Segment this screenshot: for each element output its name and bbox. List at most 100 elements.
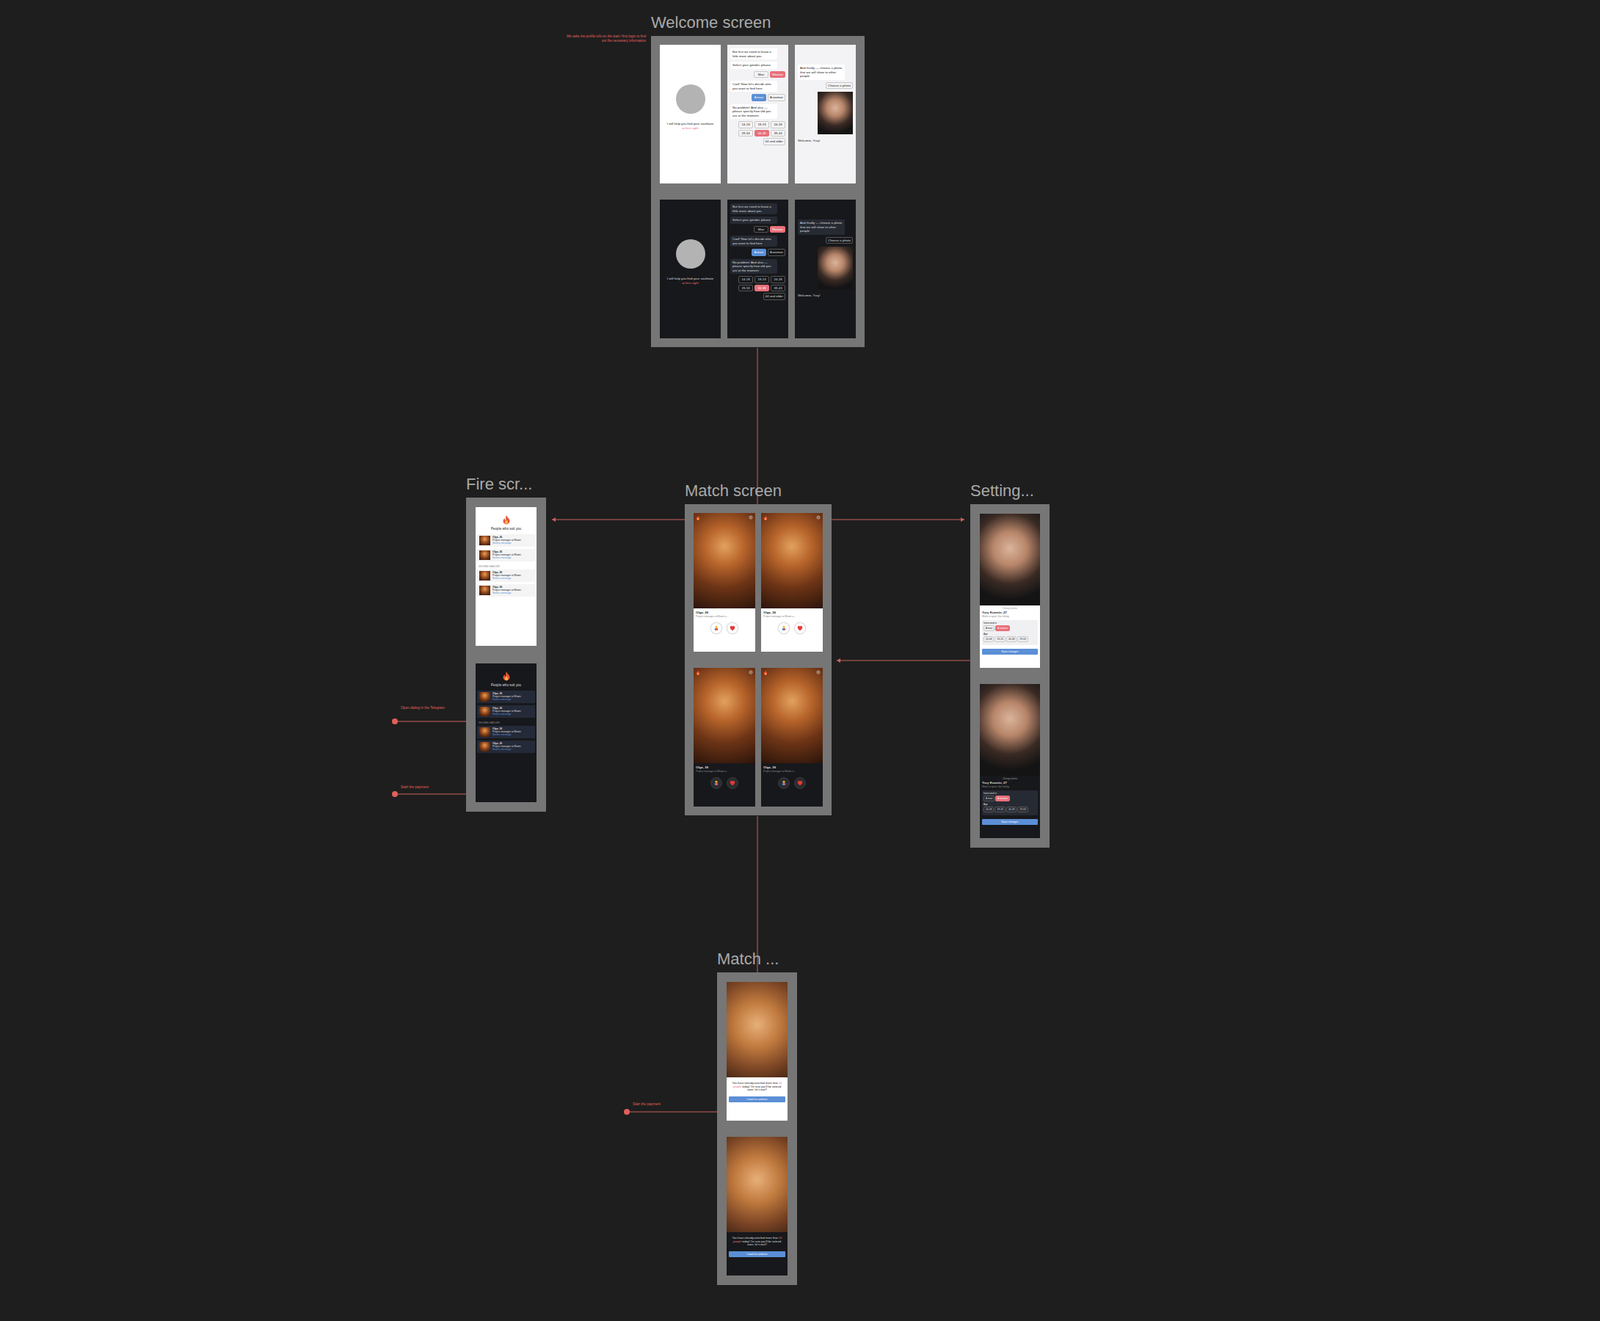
interest-label: Interested in xyxy=(983,621,1037,625)
continue-button[interactable]: I want to continue xyxy=(728,1251,786,1257)
message-link[interactable]: Send a message xyxy=(492,541,522,545)
continue-button[interactable]: I want to continue xyxy=(728,1096,786,1102)
gender-option[interactable]: Man xyxy=(753,71,769,79)
like-button[interactable] xyxy=(726,777,739,789)
message-link[interactable]: Send a message xyxy=(492,556,522,560)
like-button[interactable] xyxy=(794,777,806,789)
heart-icon xyxy=(729,780,736,787)
frame-grid: I will help you find your soulmateat fir… xyxy=(659,44,856,339)
gender-option[interactable]: Man xyxy=(753,226,769,234)
message-link[interactable]: Send a message xyxy=(492,697,522,701)
intro-screen: I will help you find your soulmateat fir… xyxy=(659,199,721,339)
target-option[interactable]: A woman xyxy=(995,795,1010,802)
person-row[interactable]: Olga, 26Project manager at MiamiSend a m… xyxy=(477,584,536,597)
frame: Welcome screenI will help you find your … xyxy=(651,35,865,348)
age-option[interactable]: 39-43 xyxy=(770,284,786,293)
target-option[interactable]: A man xyxy=(983,795,995,802)
age-option[interactable]: 14-18 xyxy=(983,806,994,813)
person-row[interactable]: Olga, 26Project manager at MiamiSend a m… xyxy=(477,690,536,704)
target-option[interactable]: A woman xyxy=(995,625,1010,632)
gender-option[interactable]: Woman xyxy=(769,71,786,79)
candidate-photo xyxy=(761,513,823,609)
gender-option[interactable]: Woman xyxy=(769,226,786,234)
skip-button[interactable] xyxy=(777,622,790,635)
limit-screen: You have already watched more than 10 pe… xyxy=(726,1136,788,1276)
age-option[interactable]: 24-28 xyxy=(1006,636,1017,643)
frame: Fire scr...People who suit youOlga, 26Pr… xyxy=(466,497,547,812)
frame-title: Match ... xyxy=(717,949,779,969)
like-button[interactable] xyxy=(726,622,739,635)
age-option[interactable]: 14-18 xyxy=(738,121,754,129)
age-option[interactable]: 29-33 xyxy=(738,129,754,138)
skip-button[interactable] xyxy=(710,777,723,789)
age-option[interactable]: 44 and older xyxy=(763,292,786,301)
person-name: Olga, 26 xyxy=(492,727,522,731)
person-row[interactable]: Olga, 26Project manager at MiamiSend a m… xyxy=(477,725,536,739)
age-option[interactable]: 34-38 xyxy=(754,129,770,138)
change-photo-link[interactable]: Change photo xyxy=(979,605,1040,610)
age-option[interactable]: 44 and older xyxy=(763,137,786,146)
message-link[interactable]: Send a message xyxy=(492,712,522,716)
spacer xyxy=(797,203,853,220)
person-info: Olga, 26Project manager at MiamiSend a m… xyxy=(492,535,522,546)
age-option[interactable]: 24-28 xyxy=(1006,806,1017,813)
person-photo xyxy=(479,585,491,596)
target-option[interactable]: A woman xyxy=(767,93,786,102)
target-option[interactable]: A woman xyxy=(767,248,786,257)
message-link[interactable]: Send a message xyxy=(492,733,522,737)
message-link[interactable]: Send a message xyxy=(492,576,522,580)
settings-screen: Change photoYury Kuzmin, 27Work in sport… xyxy=(979,684,1040,839)
choose-photo-button[interactable]: Choose a photo xyxy=(825,237,853,245)
save-button[interactable]: Save changes xyxy=(982,648,1038,654)
person-info: Olga, 26Project manager at MiamiSend a m… xyxy=(492,585,522,596)
target-option[interactable]: A man xyxy=(983,625,995,632)
age-option[interactable]: 14-18 xyxy=(983,636,994,643)
skip-button[interactable] xyxy=(710,622,723,635)
age-option[interactable]: 14-18 xyxy=(738,275,754,284)
option-group: 14-1819-2324-28 29-3334-3839-4344 and old… xyxy=(730,275,786,301)
limit-screen: You have already watched more than 10 pe… xyxy=(726,982,788,1121)
action-buttons xyxy=(761,777,823,789)
age-label: Age xyxy=(983,632,1037,636)
change-photo-link[interactable]: Change photo xyxy=(979,775,1040,781)
candidate-name: Olga, 26 xyxy=(693,608,756,616)
message-part: today! I'm sure you'll be noticed soon, … xyxy=(741,1240,781,1247)
target-option[interactable]: A man xyxy=(751,248,767,257)
age-option[interactable]: 39-43 xyxy=(770,129,786,138)
intro-line: I will help you find your soulmate xyxy=(664,121,717,127)
profile-name: Yury Kuzmin, 27 xyxy=(979,609,1040,616)
list-divider: SHOWED EARLIER xyxy=(475,563,537,570)
flame-icon xyxy=(502,670,511,682)
age-option[interactable]: 24-28 xyxy=(770,275,786,284)
age-option[interactable]: 29-33 xyxy=(738,284,754,293)
age-option[interactable]: 29-33 xyxy=(1017,636,1028,643)
choose-photo-button[interactable]: Choose a photo xyxy=(825,82,853,90)
person-info: Olga, 26Project manager at MiamiSend a m… xyxy=(492,692,522,702)
like-button[interactable] xyxy=(794,622,806,635)
age-option[interactable]: 34-38 xyxy=(754,284,770,293)
person-info: Olga, 26Project manager at MiamiSend a m… xyxy=(492,706,522,717)
chat-bubble: And finally — choose a photo that we wil… xyxy=(797,219,845,235)
age-option[interactable]: 29-33 xyxy=(1017,806,1028,813)
person-row[interactable]: Olga, 26Project manager at MiamiSend a m… xyxy=(477,534,536,547)
age-option[interactable]: 24-28 xyxy=(770,121,786,129)
age-option[interactable]: 19-23 xyxy=(994,636,1005,643)
candidate-name: Olga, 26 xyxy=(761,608,823,616)
message-link[interactable]: Send a message xyxy=(492,747,522,751)
person-row[interactable]: Olga, 26Project manager at MiamiSend a m… xyxy=(477,740,536,754)
profile-photo xyxy=(817,246,853,290)
frame-grid: You have already watched more than 10 pe… xyxy=(726,982,788,1276)
frame: Match ...You have already watched more t… xyxy=(717,972,798,1286)
photo-blur xyxy=(726,982,788,1078)
skip-button[interactable] xyxy=(777,777,790,789)
person-row[interactable]: Olga, 26Project manager at MiamiSend a m… xyxy=(477,569,536,583)
save-button[interactable]: Save changes xyxy=(982,819,1038,825)
settings-screen: Change photoYury Kuzmin, 27Work in sport… xyxy=(979,513,1040,668)
person-row[interactable]: Olga, 26Project manager at MiamiSend a m… xyxy=(477,548,536,562)
person-row[interactable]: Olga, 26Project manager at MiamiSend a m… xyxy=(477,705,536,718)
age-option[interactable]: 19-23 xyxy=(754,275,770,284)
message-link[interactable]: Send a message xyxy=(492,591,522,595)
age-option[interactable]: 19-23 xyxy=(994,806,1005,813)
target-option[interactable]: A man xyxy=(751,93,767,102)
age-option[interactable]: 19-23 xyxy=(754,121,770,129)
